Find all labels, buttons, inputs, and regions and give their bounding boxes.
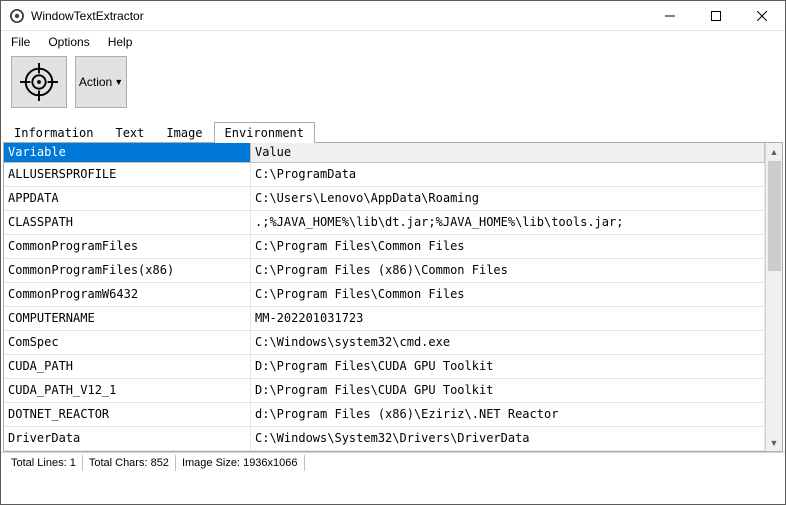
action-button[interactable]: Action▼: [75, 56, 127, 108]
menu-options[interactable]: Options: [48, 35, 89, 49]
menu-help[interactable]: Help: [108, 35, 133, 49]
minimize-button[interactable]: [647, 1, 693, 30]
scroll-up-button[interactable]: ▲: [766, 143, 782, 160]
crosshair-button[interactable]: [11, 56, 67, 108]
cell-value: D:\Program Files\CUDA GPU Toolkit: [251, 355, 765, 379]
tabs: Information Text Image Environment: [1, 121, 785, 142]
cell-value: MM-202201031723: [251, 307, 765, 331]
env-table: Variable Value ALLUSERSPROFILEC:\Program…: [4, 143, 765, 451]
menubar: File Options Help: [1, 31, 785, 53]
action-label: Action: [79, 75, 112, 89]
environment-panel: Variable Value ALLUSERSPROFILEC:\Program…: [3, 142, 783, 452]
cell-variable: DriverData: [4, 427, 251, 451]
table-row[interactable]: DriverDataC:\Windows\System32\Drivers\Dr…: [4, 427, 765, 451]
window-title: WindowTextExtractor: [31, 9, 647, 23]
table-row[interactable]: APPDATAC:\Users\Lenovo\AppData\Roaming: [4, 187, 765, 211]
table-row[interactable]: CommonProgramFiles(x86)C:\Program Files …: [4, 259, 765, 283]
cell-variable: CommonProgramFiles(x86): [4, 259, 251, 283]
close-button[interactable]: [739, 1, 785, 30]
cell-variable: DOTNET_REACTOR: [4, 403, 251, 427]
table-row[interactable]: ALLUSERSPROFILEC:\ProgramData: [4, 163, 765, 187]
cell-value: D:\Program Files\CUDA GPU Toolkit: [251, 379, 765, 403]
cell-variable: ComSpec: [4, 331, 251, 355]
cell-value: .;%JAVA_HOME%\lib\dt.jar;%JAVA_HOME%\lib…: [251, 211, 765, 235]
tab-image[interactable]: Image: [155, 122, 213, 143]
tab-information[interactable]: Information: [3, 122, 104, 143]
cell-value: d:\Program Files (x86)\Eziriz\.NET React…: [251, 403, 765, 427]
menu-file[interactable]: File: [11, 35, 30, 49]
table-body: ALLUSERSPROFILEC:\ProgramDataAPPDATAC:\U…: [4, 163, 765, 451]
cell-variable: ALLUSERSPROFILE: [4, 163, 251, 187]
table-row[interactable]: CLASSPATH.;%JAVA_HOME%\lib\dt.jar;%JAVA_…: [4, 211, 765, 235]
statusbar: Total Lines: 1 Total Chars: 852 Image Si…: [1, 452, 785, 472]
titlebar: WindowTextExtractor: [1, 1, 785, 31]
cell-value: C:\Program Files\Common Files: [251, 283, 765, 307]
scroll-down-button[interactable]: ▼: [766, 434, 782, 451]
table-row[interactable]: CUDA_PATHD:\Program Files\CUDA GPU Toolk…: [4, 355, 765, 379]
cell-variable: CommonProgramFiles: [4, 235, 251, 259]
cell-value: C:\Users\Lenovo\AppData\Roaming: [251, 187, 765, 211]
column-header-value[interactable]: Value: [251, 143, 765, 163]
table-row[interactable]: CommonProgramW6432C:\Program Files\Commo…: [4, 283, 765, 307]
tab-environment[interactable]: Environment: [214, 122, 315, 143]
cell-variable: CLASSPATH: [4, 211, 251, 235]
cell-variable: APPDATA: [4, 187, 251, 211]
table-row[interactable]: CUDA_PATH_V12_1D:\Program Files\CUDA GPU…: [4, 379, 765, 403]
status-chars: Total Chars: 852: [83, 455, 176, 471]
maximize-button[interactable]: [693, 1, 739, 30]
window-controls: [647, 1, 785, 30]
status-image-size: Image Size: 1936x1066: [176, 455, 305, 471]
column-header-variable[interactable]: Variable: [4, 143, 251, 163]
table-row[interactable]: COMPUTERNAMEMM-202201031723: [4, 307, 765, 331]
cell-variable: CUDA_PATH_V12_1: [4, 379, 251, 403]
cell-variable: COMPUTERNAME: [4, 307, 251, 331]
tab-text[interactable]: Text: [104, 122, 155, 143]
cell-value: C:\Windows\System32\Drivers\DriverData: [251, 427, 765, 451]
chevron-down-icon: ▼: [114, 77, 123, 87]
table-row[interactable]: DOTNET_REACTORd:\Program Files (x86)\Ezi…: [4, 403, 765, 427]
cell-value: C:\Program Files (x86)\Common Files: [251, 259, 765, 283]
cell-variable: CommonProgramW6432: [4, 283, 251, 307]
toolbar: Action▼: [1, 53, 785, 115]
table-row[interactable]: CommonProgramFilesC:\Program Files\Commo…: [4, 235, 765, 259]
status-lines: Total Lines: 1: [5, 455, 83, 471]
table-row[interactable]: ComSpecC:\Windows\system32\cmd.exe: [4, 331, 765, 355]
table-header: Variable Value: [4, 143, 765, 163]
cell-value: C:\ProgramData: [251, 163, 765, 187]
app-icon: [9, 8, 25, 24]
vertical-scrollbar[interactable]: ▲ ▼: [765, 143, 782, 451]
crosshair-icon: [20, 63, 58, 101]
cell-variable: CUDA_PATH: [4, 355, 251, 379]
scroll-thumb[interactable]: [768, 161, 781, 271]
cell-value: C:\Windows\system32\cmd.exe: [251, 331, 765, 355]
cell-value: C:\Program Files\Common Files: [251, 235, 765, 259]
